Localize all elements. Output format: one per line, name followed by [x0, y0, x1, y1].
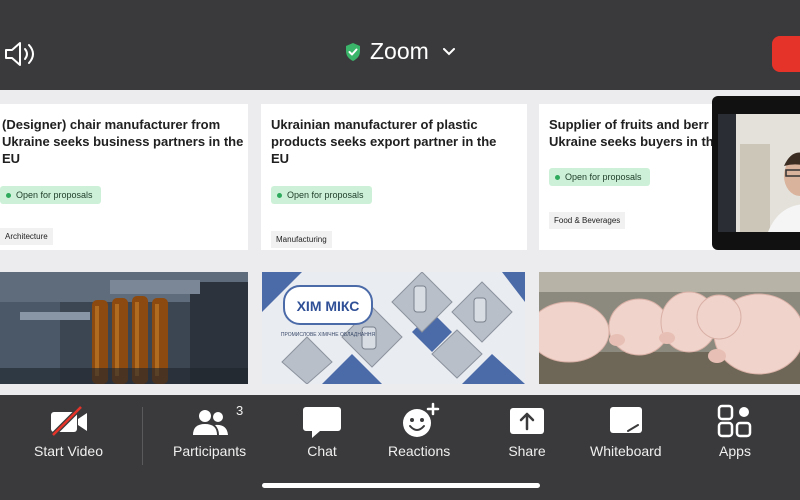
toolbar-divider	[142, 407, 143, 465]
apps-button[interactable]: Apps	[713, 401, 757, 459]
video-off-icon	[50, 405, 87, 437]
reactions-label: Reactions	[388, 443, 451, 459]
status-badge: Open for proposals	[271, 186, 372, 204]
status-badge: Open for proposals	[549, 168, 650, 186]
home-indicator[interactable]	[262, 483, 540, 488]
participants-count: 3	[236, 403, 244, 418]
meeting-toolbar: Start Video Participants 3 Chat Reaction…	[0, 395, 800, 500]
apps-icon	[717, 404, 752, 438]
card-title: Supplier of fruits and berr Ukraine seek…	[549, 117, 714, 149]
start-video-label: Start Video	[34, 443, 104, 459]
pigs-image[interactable]	[539, 272, 800, 384]
chat-label: Chat	[307, 443, 337, 459]
chat-icon	[303, 407, 341, 438]
whiteboard-icon	[609, 407, 642, 433]
category-tag: Architecture	[0, 228, 53, 245]
participants-label: Participants	[173, 443, 247, 459]
meeting-header: Zoom	[0, 0, 800, 90]
whiteboard-button[interactable]: Whiteboard	[590, 401, 662, 459]
participants-icon	[192, 410, 228, 435]
shield-check-icon	[346, 42, 360, 61]
logo-subtext: ПРОМИСЛОВЕ ХІМІЧНЕ ОБЛАДНАННЯ	[281, 332, 376, 338]
meeting-title[interactable]: Zoom	[344, 38, 455, 65]
card-title: Ukrainian manufacturer of plastic produc…	[271, 117, 497, 166]
self-video-tile[interactable]	[712, 96, 800, 250]
share-upload-icon	[510, 408, 544, 434]
video-feed	[718, 114, 800, 232]
whiteboard-label: Whiteboard	[590, 443, 662, 459]
status-badge: Open for proposals	[0, 186, 101, 204]
chevron-down-icon	[442, 47, 455, 55]
smiley-plus-icon	[403, 402, 440, 437]
apps-label: Apps	[719, 443, 751, 459]
logo-text: ХІМ МІКС	[297, 298, 360, 314]
category-tag: Food & Beverages	[549, 212, 626, 229]
speaker-icon[interactable]	[4, 40, 38, 68]
start-video-button[interactable]: Start Video	[34, 401, 103, 459]
share-label: Share	[508, 443, 546, 459]
reactions-button[interactable]: Reactions	[388, 401, 450, 459]
opportunity-card[interactable]: (Designer) chair manufacturer from Ukrai…	[0, 104, 248, 250]
category-tag: Manufacturing	[271, 231, 332, 248]
shared-screen: (Designer) chair manufacturer from Ukrai…	[0, 90, 800, 395]
leave-button[interactable]	[772, 36, 800, 72]
bottles-image[interactable]	[0, 272, 248, 384]
equipment-collage-image[interactable]: ХІМ МІКС ПРОМИСЛОВЕ ХІМІЧНЕ ОБЛАДНАННЯ	[262, 272, 525, 384]
chat-button[interactable]: Chat	[300, 401, 344, 459]
meeting-title-text: Zoom	[370, 38, 429, 64]
share-button[interactable]: Share	[505, 401, 549, 459]
opportunity-card[interactable]: Ukrainian manufacturer of plastic produc…	[261, 104, 527, 250]
card-title: (Designer) chair manufacturer from Ukrai…	[2, 117, 244, 166]
